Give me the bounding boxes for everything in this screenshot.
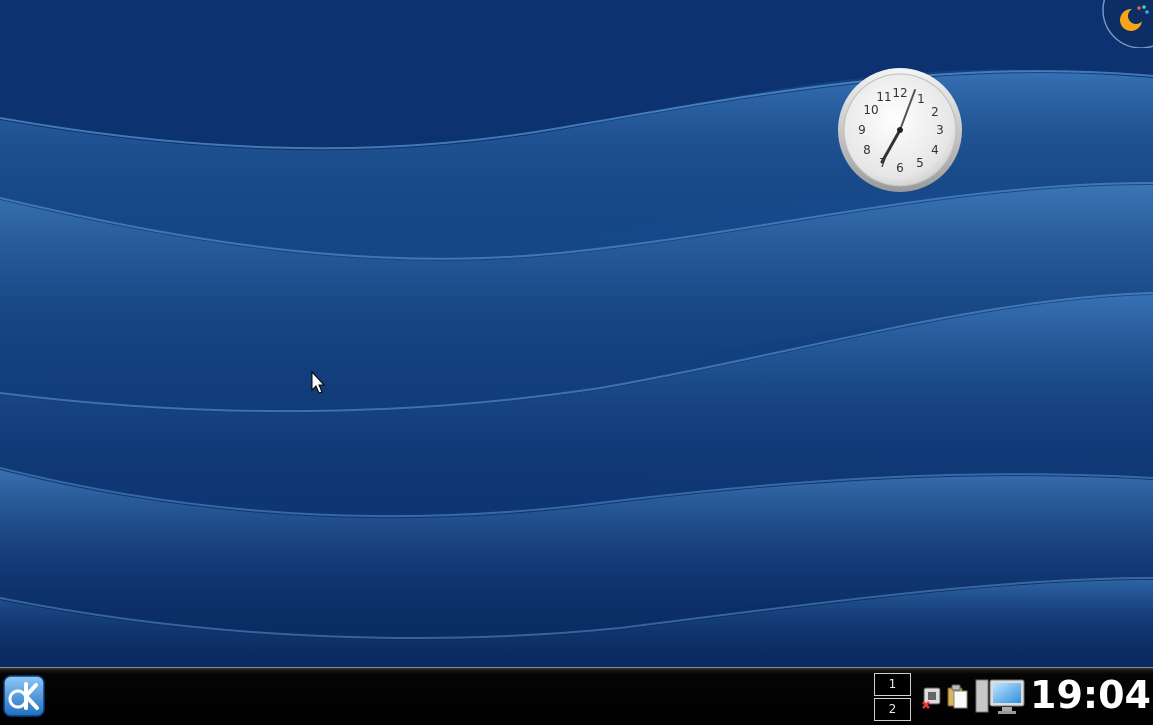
taskbar-panel: 1 2 19:04 [0, 667, 1153, 725]
clock-numeral: 1 [917, 92, 925, 106]
clock-numeral: 2 [931, 105, 939, 119]
clock-numeral: 9 [858, 123, 866, 137]
kde-k-menu-icon[interactable] [3, 675, 45, 717]
analog-clock-widget[interactable]: 12 1 2 3 4 5 6 7 8 9 10 11 [836, 66, 964, 194]
clock-numeral: 4 [931, 143, 939, 157]
computer-monitor-icon[interactable] [974, 678, 1026, 716]
clock-numeral: 6 [896, 161, 904, 175]
mouse-pointer-icon [311, 370, 327, 395]
clock-numeral: 12 [892, 86, 907, 100]
clock-numeral: 3 [936, 123, 944, 137]
device-notifier-icon[interactable] [921, 682, 945, 710]
pager-desktop-2[interactable]: 2 [874, 698, 911, 721]
plasma-cashew-icon[interactable] [1101, 0, 1153, 49]
desktop-wallpaper: 12 1 2 3 4 5 6 7 8 9 10 11 [0, 0, 1153, 667]
wave-wallpaper [0, 0, 1153, 667]
pager-desktop-1[interactable]: 1 [874, 673, 911, 696]
clipboard-icon[interactable] [946, 682, 970, 710]
clock-numeral: 8 [863, 143, 871, 157]
virtual-desktop-pager[interactable]: 1 2 [874, 673, 911, 723]
clock-numeral: 5 [916, 156, 924, 170]
digital-clock[interactable]: 19:04 [1030, 670, 1151, 720]
clock-numeral: 11 [876, 90, 891, 104]
clock-numeral: 10 [863, 103, 878, 117]
